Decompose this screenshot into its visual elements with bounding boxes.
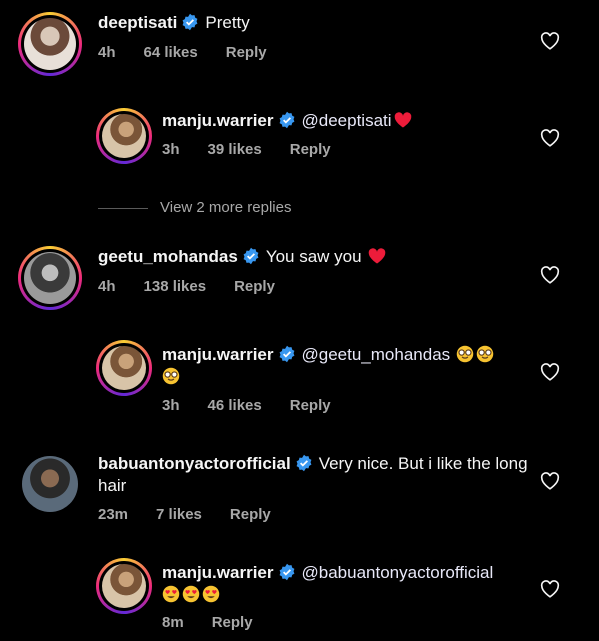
nerd-face-emoji-icon [162,367,180,385]
avatar-manju-warrier[interactable] [96,108,152,164]
mention-link[interactable]: @babuantonyactorofficial [302,563,494,582]
avatar-manju-warrier[interactable] [96,340,152,396]
like-count[interactable]: 46 likes [208,397,262,414]
comment-username[interactable]: babuantonyactorofficial [98,454,291,473]
comment-time: 3h [162,397,180,414]
nerd-face-emoji-icon [456,345,474,363]
comment-username[interactable]: geetu_mohandas [98,247,238,266]
reply-button[interactable]: Reply [234,278,275,295]
avatar-deeptisati[interactable] [18,12,82,76]
view-more-replies[interactable]: View 2 more replies [98,199,291,216]
red-heart-emoji-icon [394,112,411,128]
mention-link[interactable]: @deeptisati [302,111,392,130]
comment-time: 3h [162,141,180,158]
like-count[interactable]: 64 likes [144,44,198,61]
verified-badge-icon [243,247,259,265]
verified-badge-icon [279,111,294,129]
verified-badge-icon [279,345,294,363]
comment-username[interactable]: deeptisati [98,13,177,32]
red-heart-emoji-icon [368,248,385,264]
comment-text: You saw you [265,247,362,266]
comment-text: Pretty [205,13,250,32]
like-heart-icon[interactable] [540,472,560,490]
verified-badge-icon [182,13,198,31]
comment-time: 4h [98,278,116,295]
comment-username[interactable]: manju.warrier [162,563,274,582]
like-heart-icon[interactable] [540,363,560,381]
comment-time: 8m [162,614,184,631]
reply-button[interactable]: Reply [226,44,267,61]
reply-button[interactable]: Reply [290,397,331,414]
avatar-manju-warrier[interactable] [96,558,152,614]
reply-button[interactable]: Reply [212,614,253,631]
avatar-geetu-mohandas[interactable] [18,246,82,310]
reply-button[interactable]: Reply [290,141,331,158]
comment-time: 23m [98,506,129,523]
avatar-babuantonyactorofficial[interactable] [22,456,78,512]
like-count[interactable]: 39 likes [208,141,262,158]
comment-username[interactable]: manju.warrier [162,111,274,130]
like-count[interactable]: 7 likes [156,506,202,523]
divider-line [98,207,148,209]
reply-button[interactable]: Reply [230,506,271,523]
mention-link[interactable]: @geetu_mohandas [302,345,451,364]
like-heart-icon[interactable] [540,266,560,284]
like-count[interactable]: 138 likes [144,278,207,295]
comment-time: 4h [98,44,116,61]
view-more-label[interactable]: View 2 more replies [160,199,291,216]
nerd-face-emoji-icon [476,345,494,363]
comment-username[interactable]: manju.warrier [162,345,274,364]
verified-badge-icon [279,563,294,581]
heart-eyes-emoji-icon [202,585,220,603]
heart-eyes-emoji-icon [162,585,180,603]
heart-eyes-emoji-icon [182,585,200,603]
verified-badge-icon [296,454,312,472]
like-heart-icon[interactable] [540,580,560,598]
like-heart-icon[interactable] [540,129,560,147]
like-heart-icon[interactable] [540,32,560,50]
